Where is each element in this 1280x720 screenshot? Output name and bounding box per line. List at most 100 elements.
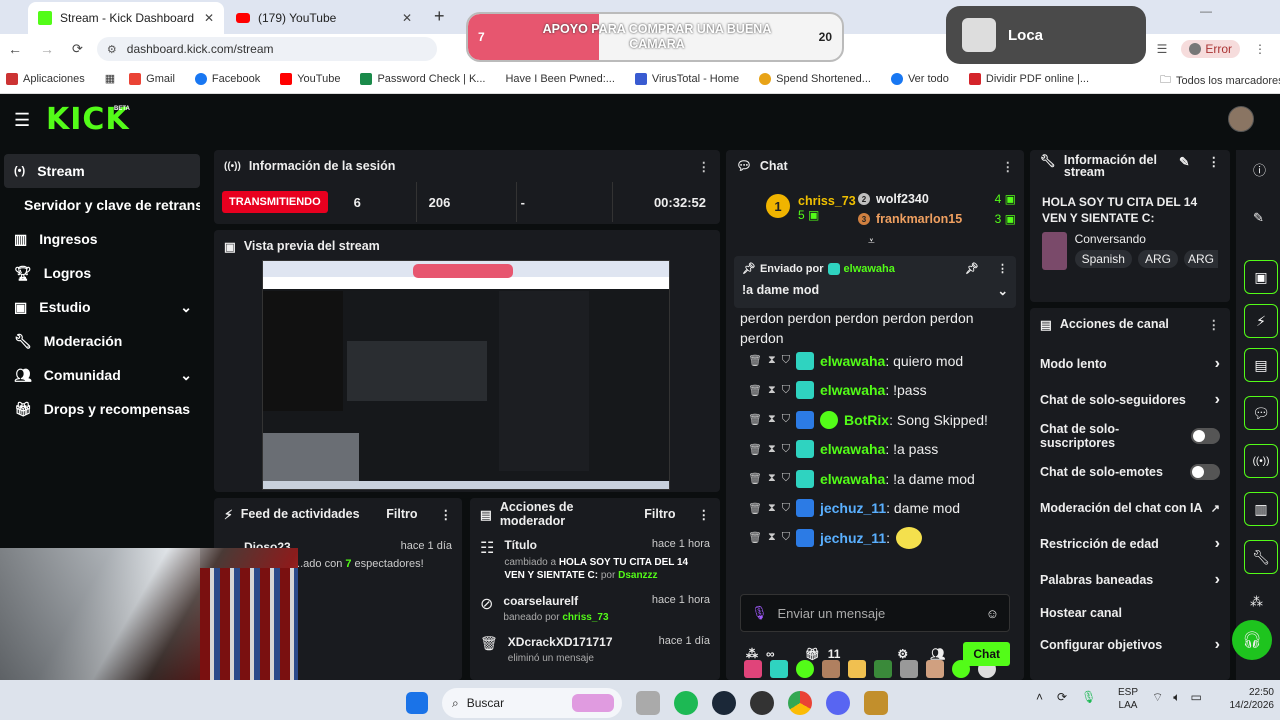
sidebar-item-moderacion[interactable]: 🔧︎ Moderación	[4, 324, 200, 358]
more-options-icon[interactable]: ⋮	[440, 507, 453, 522]
pinned-message[interactable]: 📌︎ Enviado por elwawaha 📌︎ ⋮ !a dame mod ⌄	[734, 256, 1016, 308]
more-options-icon[interactable]: ⋮	[698, 159, 711, 174]
setting-solo-seguidores[interactable]: Chat de solo-seguidores ›	[1030, 382, 1230, 418]
new-tab-icon[interactable]: +	[434, 6, 445, 27]
language-indicator[interactable]: ESP LAA	[1118, 686, 1138, 712]
taskbar-search[interactable]: ⌕ Buscar	[442, 688, 622, 718]
rail-stream-preview-button[interactable]: ▣	[1244, 260, 1278, 294]
tab-youtube[interactable]: (179) YouTube ✕	[226, 2, 422, 34]
obs-icon[interactable]	[750, 691, 774, 715]
user-avatar[interactable]	[1228, 106, 1254, 132]
gifter-leader-3[interactable]: 3 frankmarlon15 3 ▣	[858, 212, 1016, 226]
setting-configurar-objetivos[interactable]: Configurar objetivos ›	[1030, 628, 1230, 662]
chat-message[interactable]: 🗑︎ ⧗ ⛉ jechuz_11:	[740, 523, 1020, 553]
sidebar-item-logros[interactable]: 🏆︎ Logros	[4, 256, 200, 290]
rail-wrench-button[interactable]: 🔧︎	[1244, 540, 1278, 574]
setting-palabras-baneadas[interactable]: Palabras baneadas ›	[1030, 562, 1230, 598]
microphone-icon[interactable]: 🎙︎	[751, 605, 768, 621]
discord-icon[interactable]	[826, 691, 850, 715]
sidebar-item-estudio[interactable]: ▣ Estudio ⌄	[4, 290, 200, 324]
wifi-icon[interactable]: ⌔	[1152, 690, 1163, 705]
sidebar-item-drops[interactable]: 🎁︎ Drops y recompensas	[4, 392, 200, 426]
feed-filter-button[interactable]: Filtro	[386, 507, 417, 521]
chat-message[interactable]: 🗑︎ ⧗ ⛉ BotRix: Song Skipped!	[740, 405, 1020, 435]
edit-pencil-icon[interactable]: ✎	[1179, 154, 1189, 169]
chevron-up-icon[interactable]: ˄	[1036, 690, 1043, 704]
bookmark-pdf[interactable]: Dividir PDF online |...	[968, 72, 1089, 85]
setting-modo-lento[interactable]: Modo lento ›	[1030, 346, 1230, 382]
profile-popup[interactable]: Loca	[946, 6, 1146, 64]
menu-icon[interactable]: ☰	[1157, 42, 1168, 56]
microphone-icon[interactable]: 🎙︎	[1081, 690, 1096, 704]
setting-solo-emotes[interactable]: Chat de solo-emotes	[1030, 454, 1230, 490]
bookmark-grid[interactable]: ▦	[105, 72, 115, 85]
pin-toggle-icon[interactable]: 📌︎	[965, 262, 979, 275]
close-tab-icon[interactable]: ✕	[204, 11, 214, 25]
chat-message[interactable]: 🗑︎ ⧗ ⛉ elwawaha: quiero mod	[740, 346, 1020, 376]
site-info-icon[interactable]: ⚙	[107, 43, 117, 56]
tag-chip[interactable]: Spanish	[1074, 250, 1132, 268]
emoji-icon[interactable]: ☺	[986, 606, 999, 621]
settings-gear-icon[interactable]: ⚙	[897, 647, 908, 661]
stream-preview-video[interactable]	[262, 260, 670, 490]
tab-kick-dashboard[interactable]: Stream - Kick Dashboard ✕	[28, 2, 224, 34]
more-options-icon[interactable]: ⋮	[1208, 154, 1221, 169]
gift-icon[interactable]: 🎁︎	[805, 647, 820, 661]
more-options-icon[interactable]: ⋮	[1208, 317, 1221, 332]
sidebar-item-server-key[interactable]: Servidor y clave de retransm	[4, 188, 200, 222]
bookmark-ver-todo[interactable]: Ver todo	[890, 72, 949, 85]
windows-start-icon[interactable]	[406, 692, 428, 714]
rail-chat-button[interactable]: 💬︎	[1244, 396, 1278, 430]
close-tab-icon[interactable]: ✕	[402, 11, 412, 25]
tag-chip[interactable]: ARG	[1183, 250, 1218, 268]
send-chat-button[interactable]: Chat	[963, 642, 1010, 666]
bookmark-gmail[interactable]: Gmail	[129, 72, 175, 85]
rail-activity-button[interactable]: ⚡︎	[1244, 304, 1278, 338]
chat-message[interactable]: 🗑︎ ⧗ ⛉ jechuz_11: dame mod	[740, 494, 1020, 524]
chat-message[interactable]: 🗑︎ ⧗ ⛉ elwawaha: !pass	[740, 376, 1020, 406]
setting-restriccion-edad[interactable]: Restricción de edad ›	[1030, 526, 1230, 562]
expand-leaderboard-icon[interactable]: ⩡	[868, 234, 875, 249]
rail-document-button[interactable]: ▤	[1244, 348, 1278, 382]
volume-icon[interactable]: 🔈︎	[1173, 690, 1180, 705]
setting-solo-suscriptores[interactable]: Chat de solo-suscriptores	[1030, 418, 1230, 454]
sidebar-item-comunidad[interactable]: 👥︎ Comunidad ⌄	[4, 358, 200, 392]
battery-icon[interactable]: ▭	[1190, 690, 1201, 705]
forward-icon[interactable]: →	[40, 41, 54, 57]
gifter-leader-1[interactable]: 1 chriss_73 5 ▣	[766, 194, 856, 222]
chat-message[interactable]: 🗑︎ ⧗ ⛉ elwawaha: !a pass	[740, 435, 1020, 465]
spotify-icon[interactable]	[674, 691, 698, 715]
bookmark-apps[interactable]: Aplicaciones	[6, 72, 85, 85]
bookmark-spend[interactable]: Spend Shortened...	[759, 72, 871, 85]
community-icon[interactable]: ⁂	[746, 647, 758, 661]
more-icon[interactable]: ⋮	[1254, 42, 1266, 56]
rail-layout-button[interactable]: ▥	[1244, 492, 1278, 526]
info-icon[interactable]: ⓘ	[1253, 160, 1266, 179]
category-thumbnail[interactable]	[1042, 232, 1067, 270]
bookmark-facebook[interactable]: Facebook	[194, 72, 260, 85]
league-icon[interactable]	[864, 691, 888, 715]
sync-icon[interactable]: ⟳	[1057, 690, 1067, 704]
edit-pencil-icon[interactable]: ✎	[1253, 210, 1264, 226]
url-field[interactable]: ⚙ dashboard.kick.com/stream	[96, 37, 437, 61]
rail-broadcast-button[interactable]: ((•))	[1244, 444, 1278, 478]
task-view-icon[interactable]	[636, 691, 660, 715]
reload-icon[interactable]: ⟳	[72, 41, 83, 57]
more-options-icon[interactable]: ⋮	[698, 507, 711, 522]
clock[interactable]: 22:50 14/2/2026	[1222, 686, 1275, 712]
bookmark-virustotal[interactable]: VirusTotal - Home	[634, 72, 739, 85]
chrome-icon[interactable]	[788, 691, 812, 715]
chat-input[interactable]: 🎙︎ Enviar un mensaje ☺	[740, 594, 1010, 632]
hamburger-menu-icon[interactable]: ☰	[14, 110, 30, 131]
sidebar-item-ingresos[interactable]: ▥ Ingresos	[4, 222, 200, 256]
all-bookmarks[interactable]: 🗀 Todos los marcadores	[1160, 71, 1280, 90]
bookmark-hibp[interactable]: Have I Been Pwned:...	[505, 73, 614, 85]
setting-hostear-canal[interactable]: Hostear canal	[1030, 598, 1230, 628]
more-options-icon[interactable]: ⋮	[1002, 159, 1015, 174]
minimize-icon[interactable]: —	[1200, 4, 1212, 18]
error-badge[interactable]: Error	[1181, 40, 1240, 58]
support-headset-button[interactable]: 🎧︎	[1232, 620, 1272, 660]
sidebar-item-stream[interactable]: (•) Stream	[4, 154, 200, 188]
back-icon[interactable]: ←	[8, 41, 22, 57]
tag-chip[interactable]: ARG	[1137, 250, 1178, 268]
